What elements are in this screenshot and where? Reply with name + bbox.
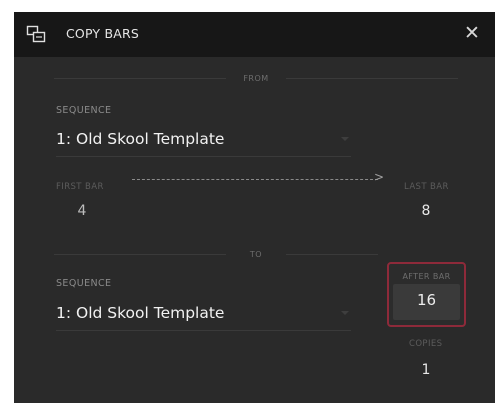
to-divider-left [54, 254, 226, 255]
last-bar-value[interactable]: 8 [416, 203, 436, 219]
after-bar-value-box[interactable]: 16 [393, 284, 460, 320]
after-bar-label: AFTER BAR [402, 272, 451, 281]
last-bar-label: LAST BAR [404, 182, 449, 192]
close-icon[interactable]: ✕ [464, 22, 480, 44]
dialog-title: COPY BARS [66, 26, 139, 41]
dialog-titlebar: COPY BARS ✕ [14, 12, 495, 57]
copies-value[interactable]: 1 [416, 362, 436, 378]
copies-label: COPIES [409, 339, 443, 349]
copy-bars-dialog: COPY BARS ✕ FROM SEQUENCE 1: Old Skool T… [14, 12, 495, 403]
chevron-down-icon [341, 137, 349, 141]
close-button[interactable]: ✕ [461, 22, 483, 44]
chevron-down-icon [341, 311, 349, 315]
to-sequence-value: 1: Old Skool Template [56, 304, 225, 322]
to-sequence-select[interactable]: 1: Old Skool Template [56, 302, 351, 331]
to-divider-right [286, 254, 378, 255]
from-sequence-label: SEQUENCE [56, 105, 112, 116]
copy-bars-icon [26, 25, 46, 43]
to-section-label: TO [249, 250, 263, 259]
arrow-right-icon: > [374, 170, 385, 184]
after-bar-value: 16 [416, 291, 437, 309]
first-bar-label: FIRST BAR [56, 182, 104, 192]
from-sequence-select[interactable]: 1: Old Skool Template [56, 128, 351, 157]
first-bar-value[interactable]: 4 [72, 203, 92, 219]
from-sequence-value: 1: Old Skool Template [56, 130, 225, 148]
from-divider-right [286, 78, 458, 79]
from-section-label: FROM [243, 74, 269, 83]
after-bar-field[interactable]: AFTER BAR 16 [387, 262, 466, 327]
bar-range-arrow-line [132, 179, 378, 180]
from-divider-left [54, 78, 226, 79]
to-sequence-label: SEQUENCE [56, 278, 112, 289]
